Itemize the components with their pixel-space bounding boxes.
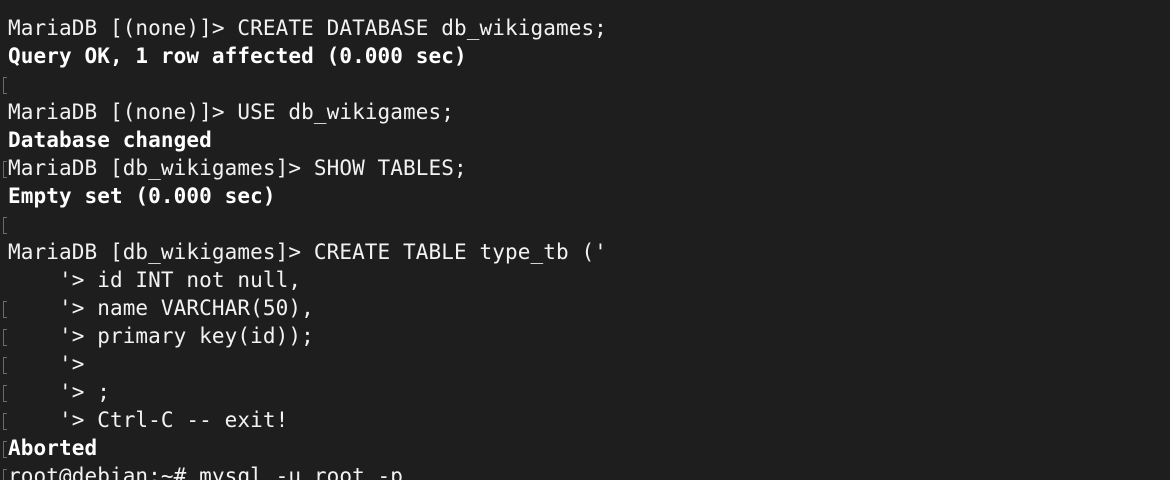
terminal-line: '> [8,352,85,376]
terminal-window[interactable]: MariaDB [(none)]> CREATE DATABASE db_wik… [0,0,1170,480]
terminal-line: '> Ctrl-C -- exit! [8,408,289,432]
line-mark-bracket [3,329,7,346]
terminal-line: '> primary key(id)); [8,324,314,348]
line-mark-bracket [3,161,7,178]
terminal-line: '> name VARCHAR(50), [8,296,314,320]
terminal-line: root@debian:~# mysql -u root -p [8,464,404,480]
line-mark-bracket [3,357,7,374]
terminal-line: Database changed [8,128,212,152]
terminal-line: MariaDB [(none)]> CREATE DATABASE db_wik… [8,16,607,40]
terminal-line: Aborted [8,436,98,460]
line-mark-bracket [3,441,7,458]
line-mark-bracket [3,469,7,480]
terminal-line: MariaDB [db_wikigames]> CREATE TABLE typ… [8,240,607,264]
terminal-line: Query OK, 1 row affected (0.000 sec) [8,44,467,68]
line-mark-bracket [3,301,7,318]
terminal-line: MariaDB [db_wikigames]> SHOW TABLES; [8,156,467,180]
line-mark-bracket [3,413,7,430]
terminal-line: MariaDB [(none)]> USE db_wikigames; [8,100,455,124]
line-mark-bracket [3,217,7,234]
terminal-line: '> id INT not null, [8,268,302,292]
terminal-line: Empty set (0.000 sec) [8,184,276,208]
terminal-line: '> ; [8,380,110,404]
line-mark-bracket [3,385,7,402]
line-mark-bracket [3,77,7,94]
